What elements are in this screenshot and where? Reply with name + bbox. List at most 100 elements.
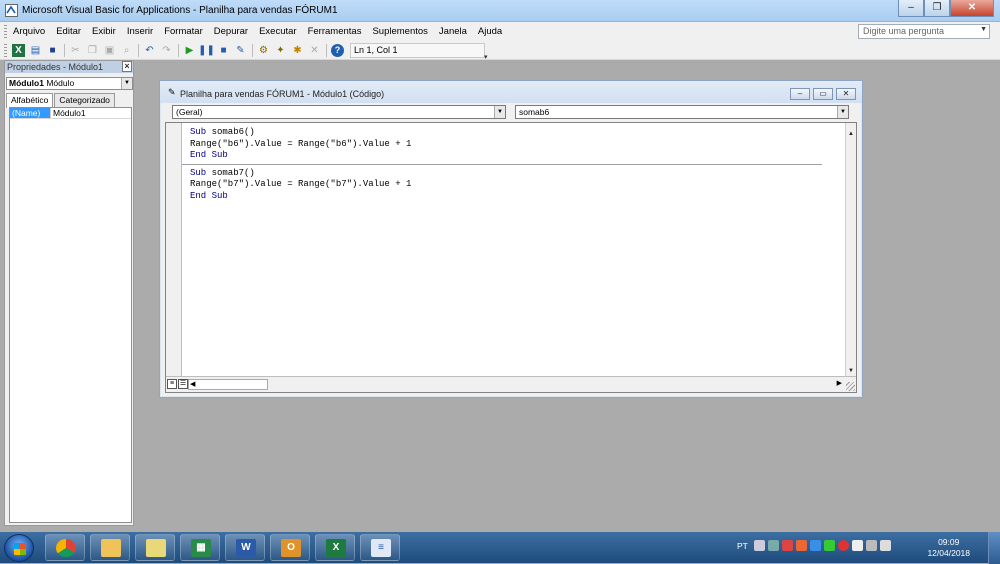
- flag-icon[interactable]: [851, 540, 863, 551]
- keyboard-icon[interactable]: [753, 540, 765, 551]
- taskbar-word[interactable]: W: [225, 534, 265, 561]
- property-row[interactable]: (Name) Módulo1: [10, 108, 131, 119]
- keyword: End Sub: [190, 190, 228, 201]
- close-icon[interactable]: ×: [122, 61, 132, 72]
- clock-date: 12/04/2018: [927, 548, 970, 558]
- object-combo[interactable]: (Geral) ▼: [172, 105, 506, 119]
- menu-depurar[interactable]: Depurar: [214, 26, 248, 37]
- windows-logo-icon: [14, 543, 26, 555]
- copy-icon[interactable]: ❐: [86, 44, 99, 57]
- menu-janela[interactable]: Janela: [439, 26, 467, 37]
- code-window-icon: ✎: [168, 87, 176, 97]
- object-browser-icon[interactable]: ✱: [291, 44, 304, 57]
- code-close-button[interactable]: ✕: [836, 88, 856, 100]
- code-line: Range("b6").Value = Range("b6").Value + …: [190, 138, 412, 149]
- property-value[interactable]: Módulo1: [50, 108, 86, 118]
- taskbar-notepad[interactable]: ≡: [360, 534, 400, 561]
- taskbar-excel[interactable]: X: [315, 534, 355, 561]
- taskbar-chrome[interactable]: [45, 534, 85, 561]
- help-search-input[interactable]: Digite uma pergunta ▼: [858, 24, 990, 39]
- chevron-down-icon[interactable]: ▼: [980, 26, 987, 33]
- clock[interactable]: 09:09 12/04/2018: [927, 537, 970, 559]
- close-button[interactable]: ✕: [950, 0, 994, 17]
- antivirus-icon[interactable]: [781, 540, 793, 551]
- toolbar-grip-icon[interactable]: [4, 44, 7, 57]
- window-title: Microsoft Visual Basic for Applications …: [22, 5, 338, 16]
- menu-arquivo[interactable]: Arquivo: [13, 26, 45, 37]
- menu-suplementos[interactable]: Suplementos: [372, 26, 427, 37]
- vertical-scrollbar[interactable]: ▲ ▼: [845, 123, 856, 376]
- chevron-down-icon[interactable]: ▼: [121, 78, 132, 89]
- notepad-icon: ≡: [371, 539, 391, 557]
- speaker-alert-icon[interactable]: [795, 540, 807, 551]
- chevron-down-icon[interactable]: ▼: [494, 106, 505, 118]
- taskbar-file-explorer[interactable]: [90, 534, 130, 561]
- break-icon[interactable]: ❚❚: [198, 44, 215, 57]
- cut-icon[interactable]: ✂: [69, 44, 82, 57]
- code-maximize-button[interactable]: ▭: [813, 88, 833, 100]
- help-icon[interactable]: ?: [331, 44, 344, 57]
- language-indicator[interactable]: PT: [737, 541, 748, 551]
- menu-formatar[interactable]: Formatar: [164, 26, 203, 37]
- chevron-down-icon[interactable]: ▼: [837, 106, 848, 118]
- restore-button[interactable]: ❐: [924, 0, 950, 17]
- procedure-view-icon[interactable]: ≡: [167, 379, 177, 389]
- menu-inserir[interactable]: Inserir: [127, 26, 153, 37]
- menubar-grip-icon[interactable]: [4, 25, 7, 38]
- horizontal-scrollbar[interactable]: ◀: [188, 379, 268, 390]
- toolbox-icon[interactable]: ✕: [308, 44, 321, 57]
- design-mode-icon[interactable]: ✎: [234, 44, 247, 57]
- volume-icon[interactable]: [879, 540, 891, 551]
- full-module-view-icon[interactable]: ☰: [178, 379, 188, 389]
- view-excel-icon[interactable]: X: [12, 44, 25, 57]
- taskbar-outlook[interactable]: O: [270, 534, 310, 561]
- chrome-icon: [56, 539, 76, 557]
- code-editor[interactable]: Sub somab6() Range("b6").Value = Range("b…: [165, 122, 857, 393]
- code-line: End Sub: [190, 191, 822, 203]
- tab-categorizado[interactable]: Categorizado: [54, 93, 115, 107]
- scroll-right-icon[interactable]: ▶: [837, 379, 842, 387]
- procedure-combo[interactable]: somab6 ▼: [515, 105, 849, 119]
- object-combo-value: (Geral): [176, 107, 203, 117]
- scroll-left-icon[interactable]: ◀: [190, 380, 195, 390]
- minimize-button[interactable]: –: [898, 0, 924, 17]
- menu-ferramentas[interactable]: Ferramentas: [308, 26, 362, 37]
- system-tray: PT: [737, 540, 891, 551]
- network-icon[interactable]: [767, 540, 779, 551]
- scroll-down-icon[interactable]: ▼: [846, 366, 856, 376]
- start-button[interactable]: [4, 534, 34, 562]
- menu-ajuda[interactable]: Ajuda: [478, 26, 502, 37]
- insert-module-icon[interactable]: ▤: [29, 44, 42, 57]
- taskbar-excel-doc[interactable]: ▦: [180, 534, 220, 561]
- project-explorer-icon[interactable]: ⚙: [257, 44, 270, 57]
- menu-executar[interactable]: Executar: [259, 26, 297, 37]
- undo-icon[interactable]: ↶: [143, 44, 156, 57]
- update-icon[interactable]: [823, 540, 835, 551]
- save-icon[interactable]: ■: [46, 44, 59, 57]
- security-icon[interactable]: [837, 540, 849, 551]
- properties-window-icon[interactable]: ✦: [274, 44, 287, 57]
- show-desktop-button[interactable]: [988, 532, 1000, 564]
- code-margin[interactable]: [166, 123, 182, 376]
- code-line: Range("b7").Value = Range("b7").Value + …: [190, 179, 412, 190]
- properties-grid: (Name) Módulo1: [9, 107, 132, 523]
- help-search-placeholder: Digite uma pergunta: [863, 26, 945, 36]
- display-icon[interactable]: [865, 540, 877, 551]
- resize-grip-icon[interactable]: [846, 382, 855, 391]
- redo-icon[interactable]: ↷: [160, 44, 173, 57]
- taskbar-folder[interactable]: [135, 534, 175, 561]
- code-text[interactable]: Sub somab6() Range("b6").Value = Range("b…: [182, 127, 822, 203]
- reset-icon[interactable]: ■: [217, 44, 230, 57]
- word-icon: W: [236, 539, 256, 557]
- code-minimize-button[interactable]: –: [790, 88, 810, 100]
- scroll-up-icon[interactable]: ▲: [846, 129, 856, 139]
- run-icon[interactable]: ▶: [183, 44, 196, 57]
- tab-alfabetico[interactable]: Alfabético: [6, 93, 54, 108]
- dropbox-icon[interactable]: [809, 540, 821, 551]
- menu-editar[interactable]: Editar: [56, 26, 81, 37]
- paste-icon[interactable]: ▣: [103, 44, 116, 57]
- menu-exibir[interactable]: Exibir: [92, 26, 116, 37]
- object-name: Módulo1: [9, 78, 44, 88]
- object-select[interactable]: Módulo1 Módulo ▼: [6, 77, 133, 90]
- find-icon[interactable]: ⌕: [120, 44, 133, 57]
